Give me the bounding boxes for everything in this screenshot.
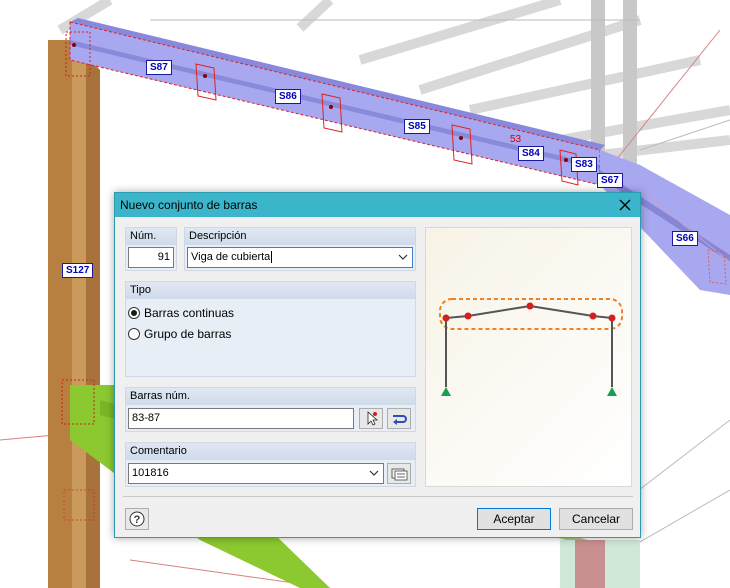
frame-preview-image [439, 298, 623, 396]
member-label-s87[interactable]: S87 [146, 60, 172, 75]
comment-section: Comentario 101816 [125, 442, 416, 487]
radio-grupo-de-barras[interactable]: Grupo de barras [128, 326, 231, 342]
select-members-icon [393, 415, 407, 425]
dialog-title-bar[interactable]: Nuevo conjunto de barras [115, 193, 640, 217]
library-icon [391, 468, 408, 481]
num-section: Núm. 91 [125, 227, 177, 271]
member-label-s67[interactable]: S67 [597, 173, 623, 188]
dropdown-arrow-icon[interactable] [369, 468, 379, 478]
radio-label-barras-continuas: Barras continuas [144, 306, 235, 320]
radio-checked-icon[interactable] [128, 307, 140, 319]
members-label: Barras núm. [126, 388, 415, 405]
tipo-section: Tipo Barras continuas Grupo de barras [125, 281, 416, 377]
pick-members-button[interactable] [359, 408, 383, 429]
close-icon[interactable] [616, 196, 634, 214]
radio-unchecked-icon[interactable] [128, 328, 140, 340]
comment-library-button[interactable] [387, 463, 411, 484]
description-label: Descripción [185, 228, 415, 245]
cancel-button[interactable]: Cancelar [559, 508, 633, 530]
members-section: Barras núm. 83-87 [125, 387, 416, 432]
accept-button[interactable]: Aceptar [477, 508, 551, 530]
dialog-title: Nuevo conjunto de barras [120, 198, 258, 212]
separator [123, 496, 633, 497]
dropdown-arrow-icon[interactable] [398, 252, 408, 262]
description-section: Descripción Viga de cubierta [184, 227, 416, 271]
member-label-s127[interactable]: S127 [62, 263, 94, 278]
description-value: Viga de cubierta [191, 251, 271, 263]
support-icon [441, 387, 617, 396]
radio-label-grupo-de-barras: Grupo de barras [144, 327, 232, 341]
node-label-53[interactable]: 53 [510, 134, 521, 145]
svg-text:?: ? [134, 514, 141, 526]
member-label-s85[interactable]: S85 [404, 119, 430, 134]
member-label-s86[interactable]: S86 [275, 89, 301, 104]
member-label-s83[interactable]: S83 [571, 157, 597, 172]
member-label-s66[interactable]: S66 [672, 231, 698, 246]
comment-combobox[interactable]: 101816 [128, 463, 384, 484]
members-field[interactable]: 83-87 [128, 408, 354, 429]
radio-barras-continuas[interactable]: Barras continuas [128, 305, 234, 321]
help-button[interactable]: ? [125, 508, 149, 530]
new-member-set-dialog: Nuevo conjunto de barras Núm. 91 Descrip… [114, 192, 641, 538]
description-combobox[interactable]: Viga de cubierta [187, 247, 413, 268]
num-label: Núm. [126, 228, 176, 245]
preview-panel [425, 227, 632, 487]
tipo-label: Tipo [126, 282, 415, 299]
comment-label: Comentario [126, 443, 415, 460]
help-icon: ? [129, 511, 145, 527]
select-members-button[interactable] [387, 408, 411, 429]
num-field[interactable]: 91 [128, 247, 174, 268]
member-label-s84[interactable]: S84 [518, 146, 544, 161]
comment-value: 101816 [132, 467, 169, 479]
pick-cursor-icon [367, 411, 379, 426]
